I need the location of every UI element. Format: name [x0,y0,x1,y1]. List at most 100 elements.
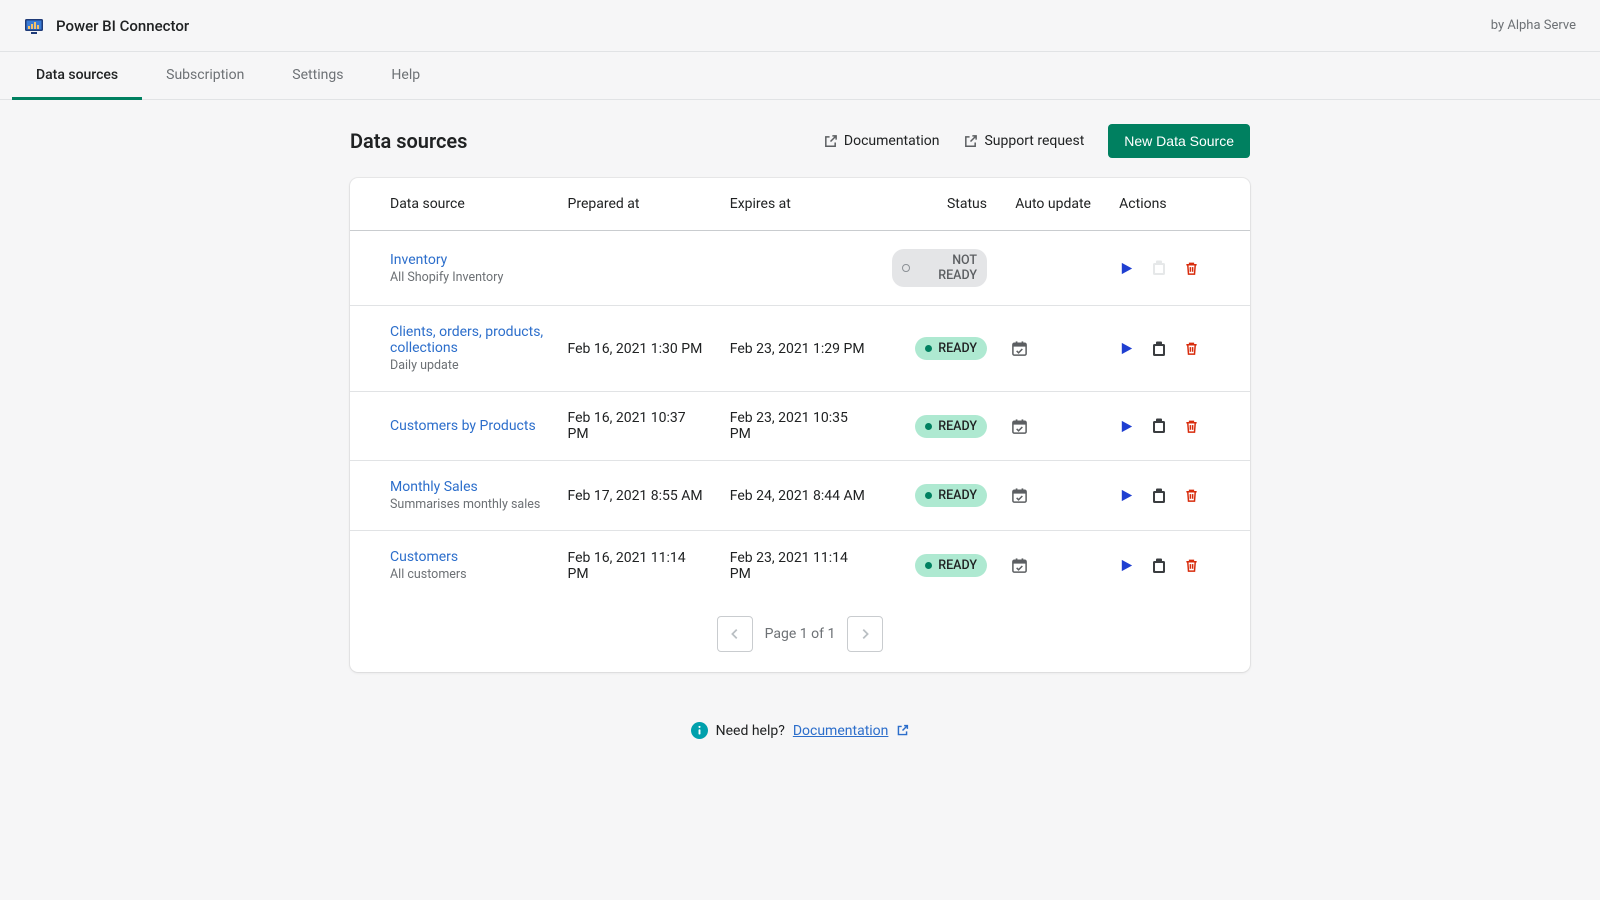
status-dot-icon [925,492,932,499]
chevron-left-icon [728,627,742,641]
actions-cell [1107,531,1250,601]
actions-cell [1107,392,1250,461]
page-title: Data sources [350,129,467,153]
auto-update-cell [999,306,1107,392]
run-button[interactable] [1119,341,1134,356]
help-footer: Need help? Documentation [350,672,1250,739]
table-row: Clients, orders, products, collectionsDa… [350,306,1250,392]
page-header: Data sources Documentation Support reque… [350,124,1250,158]
status-dot-icon [925,562,932,569]
auto-update-cell [999,231,1107,306]
delete-button[interactable] [1184,488,1199,503]
data-source-name-link[interactable]: Clients, orders, products, collections [390,324,544,356]
external-link-icon [823,134,838,149]
status-dot-icon [902,264,910,272]
table-row: Customers All customers Feb 16, 2021 11:14… [350,531,1250,601]
col-header-actions: Actions [1107,178,1250,231]
expires-at-cell: Feb 23, 2021 11:14 PM [718,531,880,601]
prepared-at-cell: Feb 16, 2021 11:14 PM [556,531,718,601]
delete-button[interactable] [1184,261,1199,276]
footer-documentation-link[interactable]: Documentation [793,723,889,739]
status-badge: READY [915,415,987,438]
expires-at-cell [718,231,880,306]
tab-help[interactable]: Help [367,52,444,100]
prepared-at-cell: Feb 16, 2021 1:30 PM [556,306,718,392]
table-row: Customers by Products Feb 16, 2021 10:37 … [350,392,1250,461]
status-cell: READY [880,531,999,601]
documentation-link[interactable]: Documentation [823,133,940,149]
tab-subscription[interactable]: Subscription [142,52,268,100]
expires-at-cell: Feb 24, 2021 8:44 AM [718,461,880,531]
tabs: Data sources Subscription Settings Help [0,52,1600,100]
auto-update-cell [999,461,1107,531]
info-icon [691,722,708,739]
status-dot-icon [925,345,932,352]
topbar-left: Power BI Connector [24,16,189,36]
data-source-desc: All customers [390,567,544,582]
status-badge: READY [915,484,987,507]
run-button[interactable] [1119,261,1134,276]
next-page-button[interactable] [847,616,883,652]
status-cell: READY [880,461,999,531]
support-label: Support request [984,133,1084,149]
main: Data sources Documentation Support reque… [0,100,1600,763]
prepared-at-cell: Feb 16, 2021 10:37 PM [556,392,718,461]
support-request-link[interactable]: Support request [963,133,1084,149]
data-source-name-link[interactable]: Inventory [390,252,544,268]
run-button[interactable] [1119,558,1134,573]
documentation-label: Documentation [844,133,940,149]
status-cell: NOT READY [880,231,999,306]
status-text: READY [938,341,977,356]
prev-page-button[interactable] [717,616,753,652]
status-text: READY [938,558,977,573]
data-source-name-link[interactable]: Customers [390,549,544,565]
auto-update-cell [999,392,1107,461]
auto-update-cell [999,531,1107,601]
col-header-status: Status [880,178,999,231]
external-link-icon [963,134,978,149]
page-info: Page 1 of 1 [765,626,836,642]
calendar-check-icon [1011,487,1095,504]
col-header-prepared-at: Prepared at [556,178,718,231]
calendar-check-icon [1011,340,1095,357]
calendar-check-icon [1011,557,1095,574]
data-sources-table: Data source Prepared at Expires at Statu… [350,178,1250,600]
pagination: Page 1 of 1 [350,600,1250,672]
run-button[interactable] [1119,419,1134,434]
copy-button[interactable] [1152,558,1166,574]
actions-cell [1107,231,1250,306]
page-actions: Documentation Support request New Data S… [823,124,1250,158]
content: Data sources Documentation Support reque… [350,124,1250,739]
copy-button[interactable] [1152,488,1166,504]
copy-button [1152,260,1166,276]
data-source-name-link[interactable]: Monthly Sales [390,479,544,495]
status-badge: READY [915,554,987,577]
copy-button[interactable] [1152,341,1166,357]
delete-button[interactable] [1184,341,1199,356]
external-link-icon [896,724,909,737]
tab-settings[interactable]: Settings [268,52,367,100]
col-header-data-source: Data source [350,178,556,231]
tab-data-sources[interactable]: Data sources [12,52,142,100]
expires-at-cell: Feb 23, 2021 1:29 PM [718,306,880,392]
prepared-at-cell: Feb 17, 2021 8:55 AM [556,461,718,531]
status-badge: NOT READY [892,249,987,287]
status-text: READY [938,488,977,503]
expires-at-cell: Feb 23, 2021 10:35 PM [718,392,880,461]
delete-button[interactable] [1184,419,1199,434]
new-data-source-button[interactable]: New Data Source [1108,124,1250,158]
data-sources-card: Data source Prepared at Expires at Statu… [350,178,1250,672]
calendar-check-icon [1011,418,1095,435]
data-source-desc: Summarises monthly sales [390,497,544,512]
data-source-desc: All Shopify Inventory [390,270,544,285]
status-badge: READY [915,337,987,360]
delete-button[interactable] [1184,558,1199,573]
copy-button[interactable] [1152,418,1166,434]
data-source-name-link[interactable]: Customers by Products [390,418,544,434]
app-icon [24,16,44,36]
table-row: Inventory All Shopify Inventory NOT READY [350,231,1250,306]
table-row: Monthly Sales Summarises monthly sales Feb… [350,461,1250,531]
actions-cell [1107,461,1250,531]
app-title: Power BI Connector [56,17,189,35]
run-button[interactable] [1119,488,1134,503]
